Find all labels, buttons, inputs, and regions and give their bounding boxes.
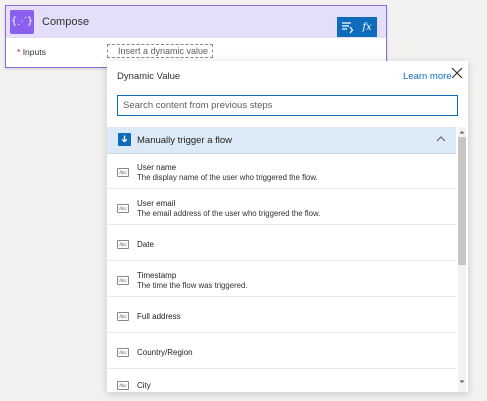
item-name: Country/Region: [137, 348, 193, 357]
item-name: Full address: [137, 312, 181, 321]
text-token-icon: Abc: [117, 240, 129, 249]
group-title: Manually trigger a flow: [137, 135, 233, 146]
dynamic-content-button[interactable]: [337, 17, 357, 37]
learn-more-link[interactable]: Learn more: [403, 71, 452, 82]
item-name: City: [137, 381, 151, 390]
inputs-label-text: Inputs: [22, 47, 46, 57]
text-token-icon: Abc: [117, 204, 129, 213]
close-icon[interactable]: [450, 66, 464, 80]
item-description: The display name of the user who trigger…: [137, 173, 318, 182]
list-item-timestamp[interactable]: Abc Timestamp The time the flow was trig…: [107, 261, 456, 297]
dynamic-value-list: Abc User name The display name of the us…: [107, 153, 456, 392]
scroll-down-icon[interactable]: [458, 378, 466, 386]
manual-trigger-icon: [118, 133, 131, 146]
compose-title: Compose: [42, 16, 90, 28]
text-token-icon: Abc: [117, 168, 129, 177]
item-name: Timestamp: [137, 271, 177, 280]
list-item-city[interactable]: Abc City: [107, 369, 456, 392]
item-name: User name: [137, 163, 177, 172]
item-name: User email: [137, 199, 176, 208]
item-description: The time the flow was triggered.: [137, 281, 248, 290]
list-item-date[interactable]: Abc Date: [107, 225, 456, 261]
trigger-group-header[interactable]: Manually trigger a flow: [107, 127, 456, 154]
item-description: The email address of the user who trigge…: [137, 209, 321, 218]
inputs-label: * Inputs: [17, 47, 46, 57]
chevron-up-icon[interactable]: [435, 133, 447, 145]
scroll-up-icon[interactable]: [458, 128, 466, 136]
text-token-icon: Abc: [117, 312, 129, 321]
item-name: Date: [137, 240, 154, 249]
text-token-icon: Abc: [117, 276, 129, 285]
code-braces-icon: {⋰}: [10, 10, 34, 34]
list-item-user-email[interactable]: Abc User email The email address of the …: [107, 189, 456, 225]
search-input[interactable]: [117, 95, 458, 116]
scrollbar-thumb[interactable]: [458, 137, 466, 265]
list-item-country-region[interactable]: Abc Country/Region: [107, 333, 456, 369]
list-item-full-address[interactable]: Abc Full address: [107, 297, 456, 333]
expression-button[interactable]: fx: [357, 17, 377, 37]
compose-header[interactable]: {⋰} Compose: [6, 6, 386, 38]
text-token-icon: Abc: [117, 348, 129, 357]
required-mark: *: [17, 47, 21, 57]
text-token-icon: Abc: [117, 381, 129, 390]
list-item-user-name[interactable]: Abc User name The display name of the us…: [107, 153, 456, 189]
compose-card: {⋰} Compose * Inputs Insert a dynamic va…: [5, 5, 387, 68]
inputs-field[interactable]: Insert a dynamic value: [107, 44, 213, 58]
panel-title: Dynamic Value: [117, 71, 181, 82]
dynamic-content-icon: [342, 22, 354, 34]
dynamic-value-panel: Dynamic Value Learn more Manually trigge…: [107, 61, 468, 392]
